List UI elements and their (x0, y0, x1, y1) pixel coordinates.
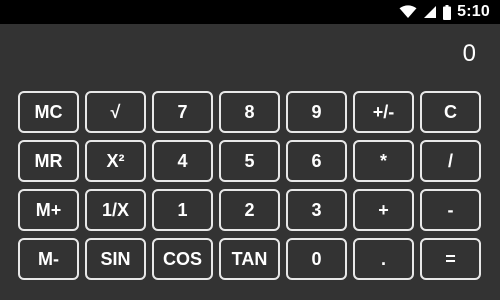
digit-0-button[interactable]: 0 (286, 238, 347, 280)
sine-button[interactable]: SIN (85, 238, 146, 280)
digit-4-button[interactable]: 4 (152, 140, 213, 182)
subtract-button[interactable]: - (420, 189, 481, 231)
digit-3-button[interactable]: 3 (286, 189, 347, 231)
digit-1-button[interactable]: 1 (152, 189, 213, 231)
keypad: MC √ 7 8 9 +/- C MR X² 4 5 6 * / M+ 1/X … (0, 0, 500, 300)
digit-7-button[interactable]: 7 (152, 91, 213, 133)
square-root-button[interactable]: √ (85, 91, 146, 133)
divide-button[interactable]: / (420, 140, 481, 182)
plus-minus-button[interactable]: +/- (353, 91, 414, 133)
reciprocal-button[interactable]: 1/X (85, 189, 146, 231)
memory-clear-button[interactable]: MC (18, 91, 79, 133)
memory-add-button[interactable]: M+ (18, 189, 79, 231)
memory-subtract-button[interactable]: M- (18, 238, 79, 280)
cosine-button[interactable]: COS (152, 238, 213, 280)
digit-6-button[interactable]: 6 (286, 140, 347, 182)
memory-recall-button[interactable]: MR (18, 140, 79, 182)
multiply-button[interactable]: * (353, 140, 414, 182)
equals-button[interactable]: = (420, 238, 481, 280)
square-button[interactable]: X² (85, 140, 146, 182)
digit-9-button[interactable]: 9 (286, 91, 347, 133)
decimal-point-button[interactable]: . (353, 238, 414, 280)
digit-5-button[interactable]: 5 (219, 140, 280, 182)
tangent-button[interactable]: TAN (219, 238, 280, 280)
clear-button[interactable]: C (420, 91, 481, 133)
digit-2-button[interactable]: 2 (219, 189, 280, 231)
add-button[interactable]: + (353, 189, 414, 231)
digit-8-button[interactable]: 8 (219, 91, 280, 133)
